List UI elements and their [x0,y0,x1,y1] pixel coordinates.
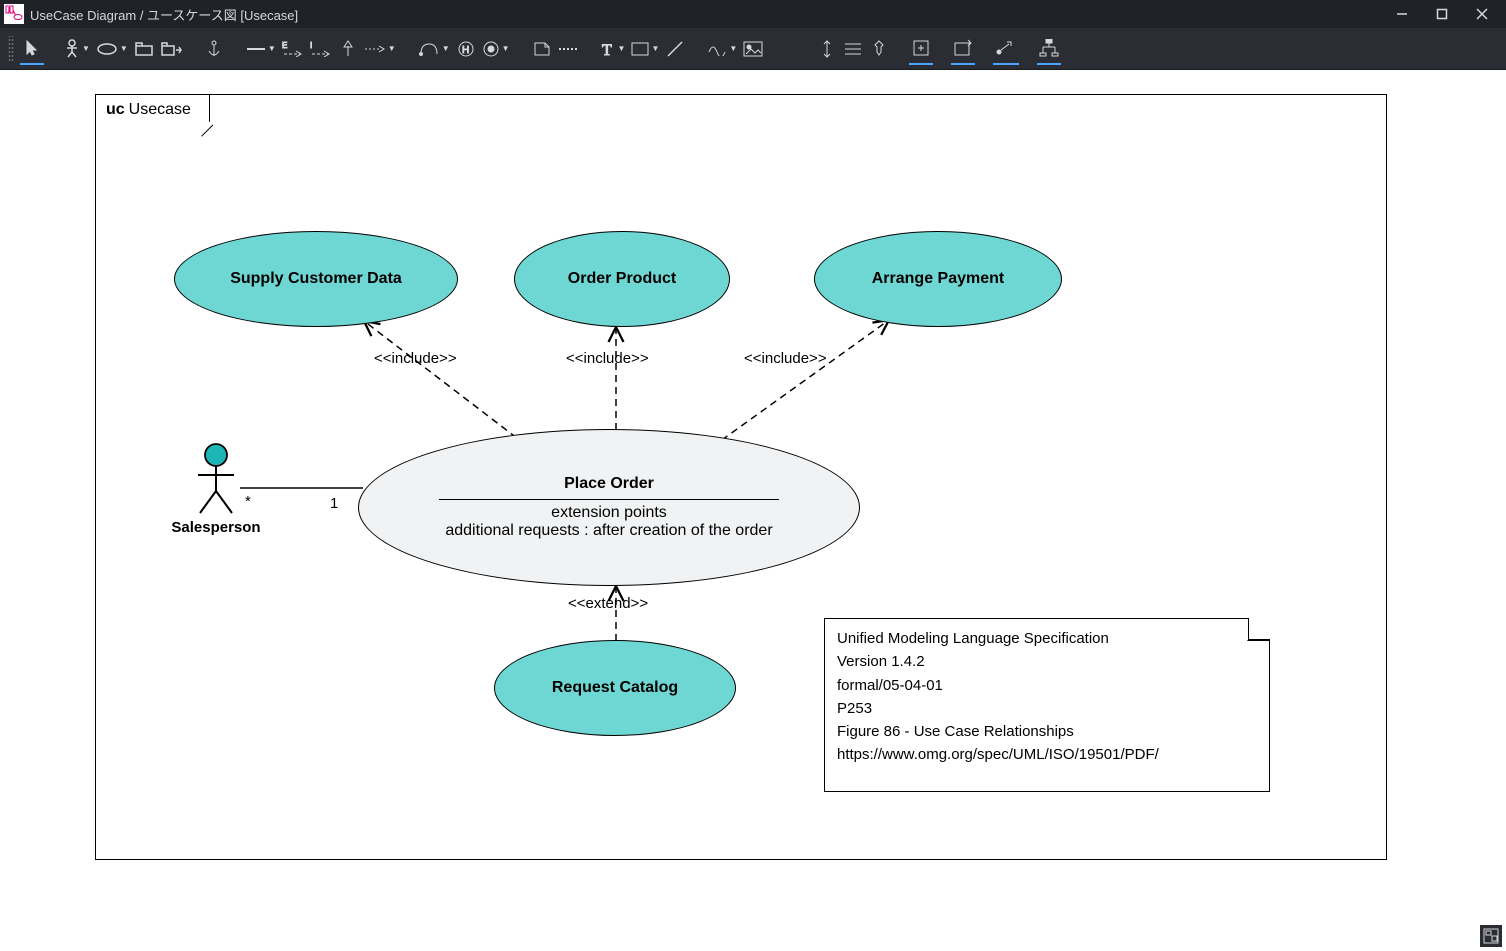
svg-text:T: T [602,42,612,57]
app-icon [4,4,24,24]
note-line: Unified Modeling Language Specification [837,627,1257,650]
tool-generalization[interactable] [336,33,360,65]
note-line: Version 1.4.2 [837,650,1257,673]
svg-text:I: I [310,41,312,50]
usecase-order-product[interactable]: Order Product [514,231,730,327]
usecase-arrange-payment[interactable]: Arrange Payment [814,231,1062,327]
tool-package-import[interactable] [158,33,184,65]
tool-align-vertical[interactable] [815,33,839,65]
note-line: P253 [837,697,1257,720]
tool-dependency[interactable]: ▼ [362,33,398,65]
usecase-request-catalog[interactable]: Request Catalog [494,640,736,736]
window-close-button[interactable] [1462,0,1502,28]
window-title: UseCase Diagram / ユースケース図 [Usecase] [30,5,1382,24]
include-label-3[interactable]: <<include>> [744,350,827,367]
tool-final[interactable]: ▼ [480,33,512,65]
note-fold-icon [1248,618,1270,640]
tool-freehand[interactable]: ▼ [705,33,739,65]
window-titlebar: UseCase Diagram / ユースケース図 [Usecase] [0,0,1506,28]
toolbar: ▼ ▼ ▼ E I ▼ ▼ H ▼ T▼ ▼ ▼ [0,28,1506,70]
include-label-1[interactable]: <<include>> [374,350,457,367]
extension-point-line: additional requests : after creation of … [445,522,772,540]
tool-pointer[interactable] [20,33,44,65]
overview-map-button[interactable] [1480,925,1502,947]
usecase-label: Arrange Payment [872,270,1005,288]
actor-salesperson[interactable]: Salesperson [168,443,264,536]
toolbar-grip[interactable] [8,36,14,62]
note-line: Figure 86 - Use Case Relationships [837,720,1257,743]
usecase-label: Request Catalog [552,679,678,697]
frame-label[interactable]: uc Usecase [95,94,210,124]
usecase-label: Place Order [564,475,654,493]
tool-tree[interactable] [1037,33,1061,65]
tool-include[interactable]: I [308,33,334,65]
tool-note[interactable] [530,33,554,65]
usecase-supply-customer-data[interactable]: Supply Customer Data [174,231,458,327]
diagram-frame[interactable]: uc Usecase * 1 <<include>> <<inc [95,94,1387,860]
window-maximize-button[interactable] [1422,0,1462,28]
tool-usecase[interactable]: ▼ [94,33,130,65]
tool-line[interactable] [663,33,687,65]
tool-extend[interactable]: E [280,33,306,65]
tool-link-mode[interactable] [993,33,1019,65]
tool-actor[interactable]: ▼ [62,33,92,65]
include-label-2[interactable]: <<include>> [566,350,649,367]
tool-image[interactable] [741,33,765,65]
tool-export[interactable] [951,33,975,65]
usecase-label: Supply Customer Data [230,270,402,288]
separator [439,499,779,500]
tool-text[interactable]: T▼ [598,33,628,65]
actor-name: Salesperson [168,519,264,536]
extend-label-1[interactable]: <<extend>> [568,595,648,612]
usecase-label: Order Product [568,270,676,288]
frame-kind: uc [106,101,125,119]
window-minimize-button[interactable] [1382,0,1422,28]
tool-pin[interactable] [867,33,891,65]
actor-icon [192,443,240,515]
tool-package[interactable] [132,33,156,65]
tool-align-horizontal[interactable] [841,33,865,65]
note-line: formal/05-04-01 [837,674,1257,697]
tool-history[interactable]: H [454,33,478,65]
svg-text:H: H [462,45,469,56]
diagram-canvas[interactable]: uc Usecase * 1 <<include>> <<inc [0,70,1506,951]
tool-note-anchor[interactable] [556,33,580,65]
frame-name: Usecase [129,101,191,119]
tool-anchor[interactable] [202,33,226,65]
usecase-place-order[interactable]: Place Order extension points additional … [358,429,860,586]
extension-points-heading: extension points [551,504,667,522]
tool-zoom-fit[interactable] [909,33,933,65]
note-spec-reference[interactable]: Unified Modeling Language Specification … [824,618,1270,792]
svg-text:E: E [282,41,287,50]
note-line: https://www.omg.org/spec/UML/ISO/19501/P… [837,743,1257,766]
tool-association[interactable]: ▼ [244,33,278,65]
tool-rect[interactable]: ▼ [629,33,661,65]
tool-statemachine[interactable]: ▼ [416,33,452,65]
multiplicity-usecase-end[interactable]: 1 [330,495,338,512]
